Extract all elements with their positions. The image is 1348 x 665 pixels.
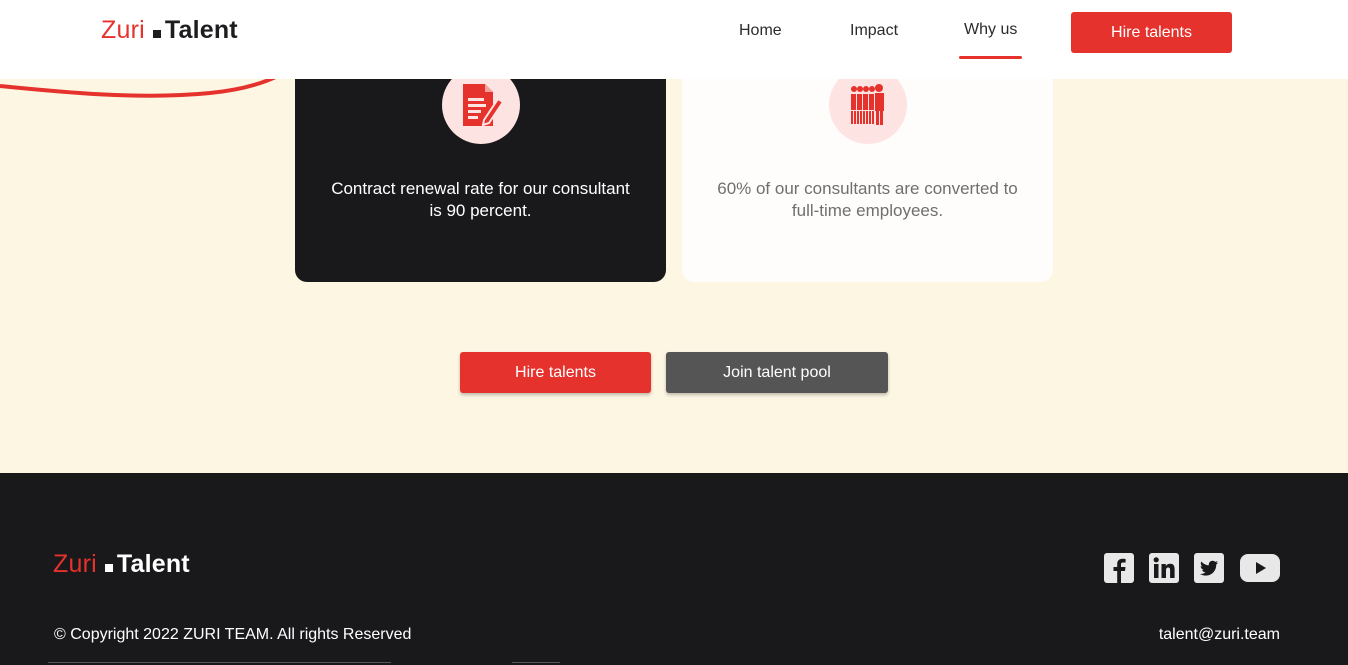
site-header: Zuri Talent Home Impact Why us Hire tale…	[0, 0, 1348, 79]
site-footer: Zuri Talent © Copyright 2022 ZURI TEAM. …	[0, 473, 1348, 665]
twitter-icon[interactable]	[1194, 553, 1224, 583]
footer-divider	[512, 662, 560, 663]
logo-dot	[104, 564, 113, 572]
logo-dot	[152, 30, 161, 38]
header-logo[interactable]: Zuri Talent	[101, 16, 238, 45]
hire-talents-button[interactable]: Hire talents	[460, 352, 651, 393]
join-talent-pool-button[interactable]: Join talent pool	[666, 352, 888, 393]
facebook-icon[interactable]	[1104, 553, 1134, 583]
logo-talent-text: Talent	[116, 550, 190, 578]
nav-impact[interactable]: Impact	[850, 22, 898, 40]
stat-text-conversion: 60% of our consultants are converted to …	[717, 179, 1018, 220]
logo-talent-text: Talent	[164, 16, 238, 44]
stat-card-conversion: 60% of our consultants are converted to …	[682, 50, 1053, 282]
logo-zuri-text: Zuri	[101, 16, 145, 44]
header-hire-talents-button[interactable]: Hire talents	[1071, 12, 1232, 53]
footer-logo[interactable]: Zuri Talent	[53, 550, 190, 579]
copyright-text: © Copyright 2022 ZURI TEAM. All rights R…	[54, 626, 412, 643]
stat-text-renewal: Contract renewal rate for our consultant…	[331, 179, 630, 220]
footer-divider	[48, 662, 391, 663]
contact-email-link[interactable]: talent@zuri.team	[1159, 626, 1280, 644]
stat-card-renewal: Contract renewal rate for our consultant…	[295, 50, 666, 282]
youtube-icon[interactable]	[1240, 554, 1280, 582]
linkedin-icon[interactable]	[1149, 553, 1179, 583]
logo-zuri-text: Zuri	[53, 550, 97, 578]
nav-home[interactable]: Home	[739, 22, 782, 40]
nav-why-us[interactable]: Why us	[958, 21, 1023, 59]
